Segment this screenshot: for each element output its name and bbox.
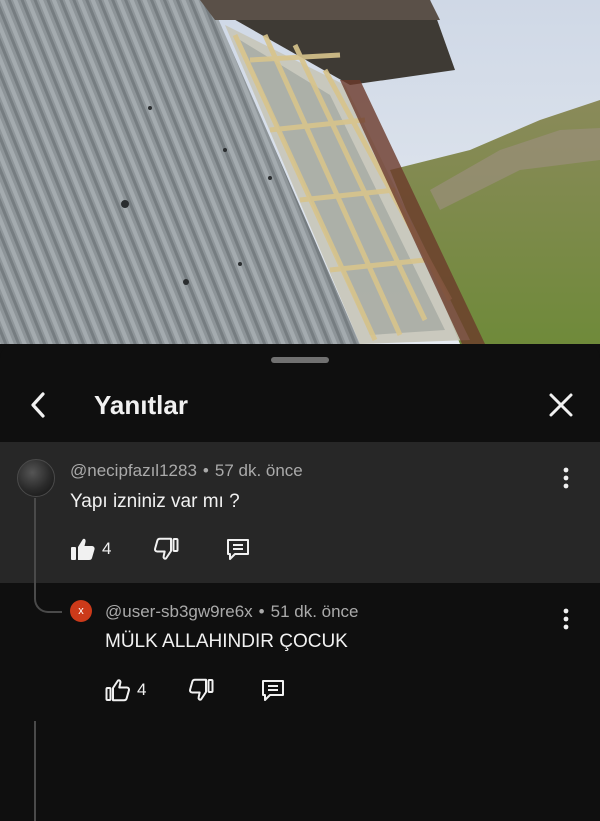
comment-icon xyxy=(262,680,285,701)
like-button[interactable]: 4 xyxy=(70,537,111,561)
more-options-button[interactable] xyxy=(556,464,576,492)
parent-comment: @necipfazıl1283 • 57 dk. önce Yapı izniniz… xyxy=(0,442,600,583)
reply-button[interactable] xyxy=(260,677,286,703)
more-options-button[interactable] xyxy=(556,605,576,633)
avatar[interactable] xyxy=(17,459,55,497)
comment-icon xyxy=(227,539,250,560)
thumbs-up-filled-icon xyxy=(71,538,95,560)
close-icon xyxy=(549,393,573,417)
comment-actions: 4 xyxy=(105,677,286,703)
comment-author[interactable]: @necipfazıl1283 xyxy=(70,461,197,480)
comment-meta: @user-sb3gw9re6x • 51 dk. önce xyxy=(105,602,359,622)
thumbs-down-icon xyxy=(189,678,214,701)
reply-button[interactable] xyxy=(225,536,251,562)
avatar[interactable]: x xyxy=(70,600,92,622)
comment-time: 51 dk. önce xyxy=(270,602,359,621)
back-button[interactable] xyxy=(24,390,54,420)
comment-meta: @necipfazıl1283 • 57 dk. önce xyxy=(70,461,303,481)
more-vert-icon xyxy=(563,467,569,489)
more-vert-icon xyxy=(563,608,569,630)
panel-title: Yanıtlar xyxy=(94,390,188,420)
close-button[interactable] xyxy=(546,390,576,420)
comment-text: MÜLK ALLAHINDIR ÇOCUK xyxy=(105,631,348,652)
thread-connector xyxy=(34,583,62,613)
separator-dot: • xyxy=(258,602,265,621)
drag-handle[interactable] xyxy=(271,357,329,363)
comment-author[interactable]: @user-sb3gw9re6x xyxy=(105,602,253,621)
replies-panel: Yanıtlar @necipfazıl1283 • 57 dk. önce Yap… xyxy=(0,344,600,821)
chevron-left-icon xyxy=(31,392,45,418)
like-button[interactable]: 4 xyxy=(105,678,146,702)
like-count: 4 xyxy=(102,539,112,558)
comment-text: Yapı izniniz var mı ? xyxy=(70,491,240,512)
dislike-button[interactable] xyxy=(153,537,179,561)
thumbs-down-icon xyxy=(154,537,179,560)
video-image xyxy=(0,0,600,344)
comment-actions: 4 xyxy=(70,536,251,562)
comment-time: 57 dk. önce xyxy=(214,461,303,480)
video-frame[interactable] xyxy=(0,0,600,344)
thumbs-up-icon xyxy=(105,679,130,702)
reply-comment: x @user-sb3gw9re6x • 51 dk. önce MÜLK ALLA… xyxy=(0,583,600,721)
panel-header: Yanıtlar xyxy=(0,368,600,443)
dislike-button[interactable] xyxy=(188,678,214,702)
separator-dot: • xyxy=(202,461,209,480)
like-count: 4 xyxy=(137,680,147,699)
